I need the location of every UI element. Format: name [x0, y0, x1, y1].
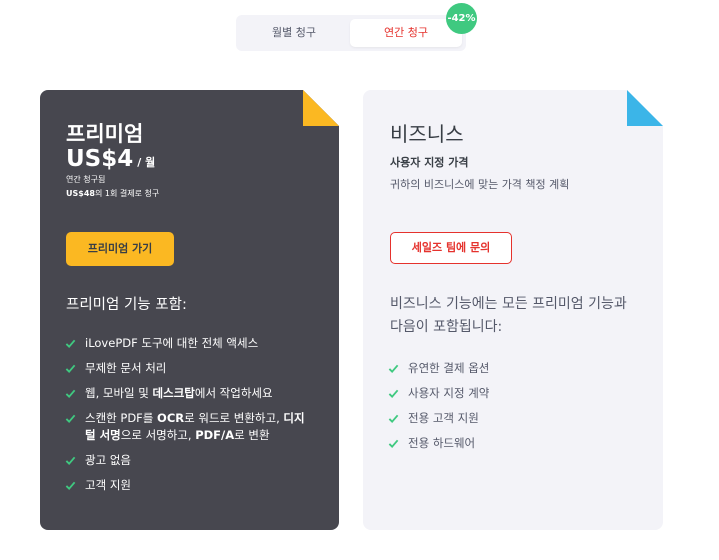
- yearly-suffix: 의 1회 결제로 청구: [94, 189, 160, 198]
- feature-text: 로 워드로 변환하고,: [184, 411, 284, 425]
- billing-toggle: 월별 청구 연간 청구: [236, 15, 466, 51]
- feature-text: 웹, 모바일 및: [85, 386, 153, 400]
- business-plan-card: 비즈니스 사용자 지정 가격 귀하의 비즈니스에 맞는 가격 책정 계획 세일즈…: [363, 90, 663, 530]
- feature-highlight: PDF/A: [195, 428, 235, 442]
- features-heading: 비즈니스 기능에는 모든 프리미엄 기능과 다음이 포함됩니다:: [390, 296, 627, 335]
- check-icon: [65, 414, 76, 424]
- monthly-billing-option[interactable]: 월별 청구: [240, 19, 348, 47]
- feature-text: 스캔한 PDF를: [85, 411, 158, 425]
- feature-text: iLovePDF 도구에 대한 전체 액세스: [85, 336, 259, 350]
- feature-highlight: 데스크탑: [152, 386, 195, 400]
- yearly-amount: US$48: [66, 189, 95, 198]
- contact-sales-button[interactable]: 세일즈 팀에 문의: [390, 232, 512, 264]
- folded-corner-icon: [303, 90, 339, 126]
- premium-plan-card: 프리미엄 US$4/ 월 연간 청구됨 US$48의 1회 결제로 청구 프리미…: [40, 90, 339, 530]
- billing-note: 연간 청구됨: [66, 175, 106, 184]
- annual-billing-option[interactable]: 연간 청구: [350, 19, 462, 47]
- check-icon: [65, 339, 76, 349]
- features-heading: 프리미엄 기능 포함:: [66, 297, 187, 313]
- check-icon: [65, 481, 76, 491]
- feature-highlight: OCR: [157, 411, 185, 425]
- discount-badge: -42%: [446, 3, 477, 34]
- feature-item: iLovePDF 도구에 대한 전체 액세스: [65, 335, 315, 352]
- check-icon: [388, 364, 399, 374]
- feature-text: 유연한 결제 옵션: [408, 361, 490, 375]
- check-icon: [65, 364, 76, 374]
- feature-item: 전용 고객 지원: [388, 410, 638, 427]
- feature-item: 유연한 결제 옵션: [388, 360, 638, 377]
- plan-description: 귀하의 비즈니스에 맞는 가격 책정 계획: [390, 178, 570, 191]
- check-icon: [65, 456, 76, 466]
- check-icon: [388, 414, 399, 424]
- feature-item: 전용 하드웨어: [388, 435, 638, 452]
- plan-title: 프리미엄: [66, 122, 144, 146]
- feature-text: 무제한 문서 처리: [85, 361, 167, 375]
- feature-text: 로 변환: [234, 428, 270, 442]
- feature-text: 전용 하드웨어: [408, 436, 476, 450]
- price-amount: US$4: [66, 146, 134, 172]
- check-icon: [388, 389, 399, 399]
- plan-price: US$4/ 월: [66, 146, 155, 172]
- folded-corner-icon: [627, 90, 663, 126]
- yearly-charge-note: US$48의 1회 결제로 청구: [66, 188, 159, 199]
- feature-text: 광고 없음: [85, 453, 131, 467]
- plan-subtitle: 사용자 지정 가격: [390, 156, 469, 169]
- premium-feature-list: iLovePDF 도구에 대한 전체 액세스 무제한 문서 처리 웹, 모바일 …: [65, 335, 315, 502]
- feature-text: 으로 서명하고,: [120, 428, 196, 442]
- feature-item: 무제한 문서 처리: [65, 360, 315, 377]
- business-feature-list: 유연한 결제 옵션 사용자 지정 계약 전용 고객 지원 전용 하드웨어: [388, 360, 638, 460]
- feature-item: 고객 지원: [65, 477, 315, 494]
- feature-text: 에서 작업하세요: [194, 386, 273, 400]
- go-premium-button[interactable]: 프리미엄 가기: [66, 232, 174, 266]
- check-icon: [65, 389, 76, 399]
- feature-item: 웹, 모바일 및 데스크탑에서 작업하세요: [65, 385, 315, 402]
- feature-item: 사용자 지정 계약: [388, 385, 638, 402]
- plan-title: 비즈니스: [390, 122, 464, 146]
- feature-text: 전용 고객 지원: [408, 411, 479, 425]
- feature-text: 고객 지원: [85, 478, 131, 492]
- feature-text: 사용자 지정 계약: [408, 386, 490, 400]
- feature-item: 스캔한 PDF를 OCR로 워드로 변환하고, 디지털 서명으로 서명하고, P…: [65, 410, 315, 444]
- check-icon: [388, 439, 399, 449]
- price-period: / 월: [137, 156, 156, 169]
- feature-item: 광고 없음: [65, 452, 315, 469]
